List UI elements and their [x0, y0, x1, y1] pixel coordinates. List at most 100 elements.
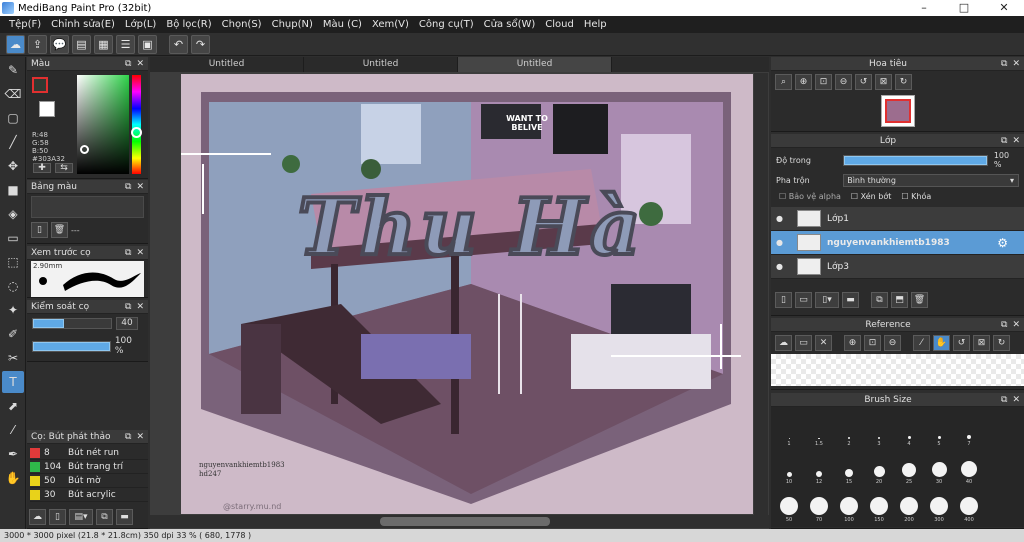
delete-layer-icon[interactable]: 🗑 — [911, 292, 928, 308]
brush-list-item[interactable]: 104 Bút trang trí — [30, 460, 148, 474]
close-reference-icon[interactable]: ✕ — [815, 335, 832, 351]
layer-opacity-slider[interactable] — [844, 155, 987, 165]
new-layer-icon[interactable]: ▯ — [775, 292, 792, 308]
close-icon[interactable]: ✕ — [136, 248, 144, 258]
brush-size-option[interactable]: 400 — [957, 489, 981, 523]
close-icon[interactable]: ✕ — [136, 432, 144, 442]
menu-tools[interactable]: Công cụ(T) — [414, 19, 479, 30]
brush-list-item[interactable]: 50 Bút mờ — [30, 474, 148, 488]
hue-slider[interactable] — [131, 75, 142, 174]
visibility-eye-icon[interactable]: ● — [776, 262, 783, 271]
close-icon[interactable]: ✕ — [136, 302, 144, 312]
actual-size-icon[interactable]: ⊡ — [815, 74, 832, 90]
eyedropper-tool-icon[interactable]: ⁄ — [2, 419, 24, 441]
ref-reset-icon[interactable]: ⊠ — [973, 335, 990, 351]
pen-tool-icon[interactable]: ✒ — [2, 443, 24, 465]
gradient-tool-icon[interactable]: ▭ — [2, 227, 24, 249]
popout-icon[interactable]: ⧉ — [125, 59, 131, 69]
menu-color[interactable]: Màu (C) — [318, 19, 367, 30]
brush-size-option[interactable]: 30 — [927, 451, 951, 485]
close-icon[interactable]: ✕ — [1012, 59, 1020, 69]
popout-icon[interactable]: ⧉ — [125, 302, 131, 312]
brush-size-option[interactable]: 7 — [957, 413, 981, 447]
rotate-right-icon[interactable]: ↻ — [895, 74, 912, 90]
new-raster-layer-icon[interactable]: ▭ — [795, 292, 812, 308]
menu-cloud[interactable]: Cloud — [540, 19, 579, 30]
menu-select[interactable]: Chọn(S) — [217, 19, 267, 30]
minimize-button[interactable]: – — [904, 0, 944, 16]
brush-size-slider[interactable] — [33, 319, 65, 328]
brush-size-option[interactable]: 4 — [897, 413, 921, 447]
layer-row[interactable]: ● Lớp1 — [771, 207, 1024, 231]
hand-tool-icon[interactable]: ✋ — [2, 467, 24, 489]
brush-size-option[interactable]: 15 — [837, 451, 861, 485]
ref-zoom-out-icon[interactable]: ⊖ — [884, 335, 901, 351]
select-rect-tool-icon[interactable]: ⬚ — [2, 251, 24, 273]
saturation-value-picker[interactable] — [77, 75, 129, 174]
shape-tool-icon[interactable]: ▢ — [2, 107, 24, 129]
brush-size-option[interactable]: 20 — [867, 451, 891, 485]
ref-rotate-right-icon[interactable]: ↻ — [993, 335, 1010, 351]
close-icon[interactable]: ✕ — [1012, 395, 1020, 405]
folder-icon[interactable]: ▬ — [116, 509, 133, 525]
operation-tool-icon[interactable]: ⬈ — [2, 395, 24, 417]
ref-eyedropper-icon[interactable]: ⁄ — [913, 335, 930, 351]
tab-untitled-3[interactable]: Untitled — [458, 57, 612, 72]
new-brush-icon[interactable]: ▯ — [49, 509, 66, 525]
brush-size-option[interactable]: 10 — [777, 451, 801, 485]
brush-size-option[interactable]: 40 — [957, 451, 981, 485]
line-tool-icon[interactable]: ╱ — [2, 131, 24, 153]
menu-file[interactable]: Tệp(F) — [4, 19, 46, 30]
brush-size-option[interactable]: 25 — [897, 451, 921, 485]
grid-view-icon[interactable]: ▣ — [138, 34, 157, 54]
maximize-button[interactable]: □ — [944, 0, 984, 16]
color-cursor[interactable] — [80, 145, 89, 154]
redo-icon[interactable]: ↷ — [191, 34, 210, 54]
comment-icon[interactable]: 💬 — [50, 34, 69, 54]
brush-size-option[interactable]: 150 — [867, 489, 891, 523]
ref-zoom-in-icon[interactable]: ⊕ — [844, 335, 861, 351]
popout-icon[interactable]: ⧉ — [1001, 395, 1007, 405]
select-pen-tool-icon[interactable]: ✐ — [2, 323, 24, 345]
popout-icon[interactable]: ⧉ — [1001, 136, 1007, 146]
cloud-brush-icon[interactable]: ☁ — [29, 509, 46, 525]
document-icon[interactable]: ▦ — [94, 34, 113, 54]
list-view-icon[interactable]: ☰ — [116, 34, 135, 54]
close-icon[interactable]: ✕ — [136, 59, 144, 69]
fill-rect-tool-icon[interactable]: ■ — [2, 179, 24, 201]
visibility-eye-icon[interactable]: ● — [776, 238, 783, 247]
primary-color-swatch[interactable] — [32, 77, 48, 93]
menu-window[interactable]: Cửa sổ(W) — [479, 19, 541, 30]
brush-size-option[interactable]: 70 — [807, 489, 831, 523]
brush-size-option[interactable]: 3 — [867, 413, 891, 447]
navigator-thumbnail[interactable] — [880, 95, 915, 127]
brush-menu-icon[interactable]: ▤▾ — [69, 509, 93, 525]
zoom-fit-icon[interactable]: ⌕ — [775, 74, 792, 90]
visibility-eye-icon[interactable]: ● — [776, 214, 783, 223]
secondary-color-swatch[interactable] — [39, 101, 55, 117]
lock-checkbox[interactable]: ☐ Khóa — [901, 192, 931, 201]
zoom-in-icon[interactable]: ⊕ — [795, 74, 812, 90]
lasso-tool-icon[interactable]: ◌ — [2, 275, 24, 297]
vertical-scrollbar[interactable] — [754, 73, 768, 515]
new-palette-icon[interactable]: ▯ — [31, 222, 48, 238]
popout-icon[interactable]: ⧉ — [1001, 59, 1007, 69]
artwork-canvas[interactable]: WANT TO BELIVE Thu Hà nguyenvankhiemtb19… — [181, 74, 753, 514]
hue-cursor[interactable] — [131, 127, 142, 138]
ref-actual-size-icon[interactable]: ⊡ — [864, 335, 881, 351]
swap-color-icon[interactable]: ⇆ — [55, 163, 73, 173]
popout-icon[interactable]: ⧉ — [125, 248, 131, 258]
signature-subtext[interactable]: hd247 — [199, 470, 221, 478]
copy-brush-icon[interactable]: ⧉ — [96, 509, 113, 525]
undo-icon[interactable]: ↶ — [169, 34, 188, 54]
menu-snap[interactable]: Chụp(N) — [267, 19, 318, 30]
popout-icon[interactable]: ⧉ — [1001, 320, 1007, 330]
horizontal-scrollbar[interactable] — [150, 515, 769, 528]
bucket-tool-icon[interactable]: ◈ — [2, 203, 24, 225]
menu-help[interactable]: Help — [579, 19, 612, 30]
zoom-out-icon[interactable]: ⊖ — [835, 74, 852, 90]
layer-folder-icon[interactable]: ▬ — [842, 292, 859, 308]
open-reference-icon[interactable]: ▭ — [795, 335, 812, 351]
close-button[interactable]: ✕ — [984, 0, 1024, 16]
tab-untitled-1[interactable]: Untitled — [150, 57, 304, 72]
